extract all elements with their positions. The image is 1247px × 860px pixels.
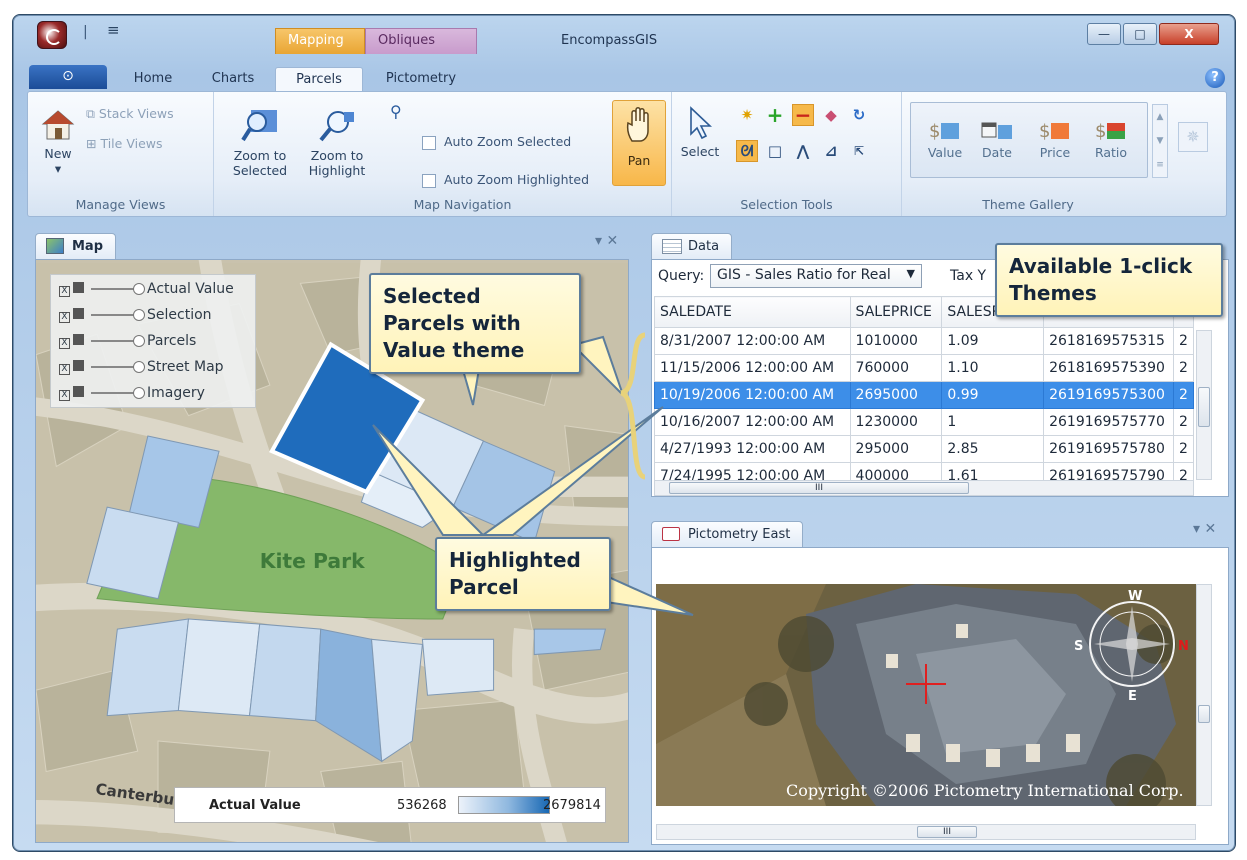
callout-highlighted-parcel: Highlighted Parcel (435, 537, 611, 611)
callout-arrow-highlighted-data (479, 406, 664, 536)
callout-selected-parcels: Selected Parcels with Value theme (369, 273, 581, 374)
callout-themes: Available 1-click Themes (995, 243, 1223, 317)
app-window: | ≡ Mapping Obliques EncompassGIS — □ X … (12, 14, 1236, 852)
callout-arrow-highlighted-map (372, 424, 486, 536)
row-brace (619, 332, 647, 480)
callout-arrows (372, 332, 694, 616)
